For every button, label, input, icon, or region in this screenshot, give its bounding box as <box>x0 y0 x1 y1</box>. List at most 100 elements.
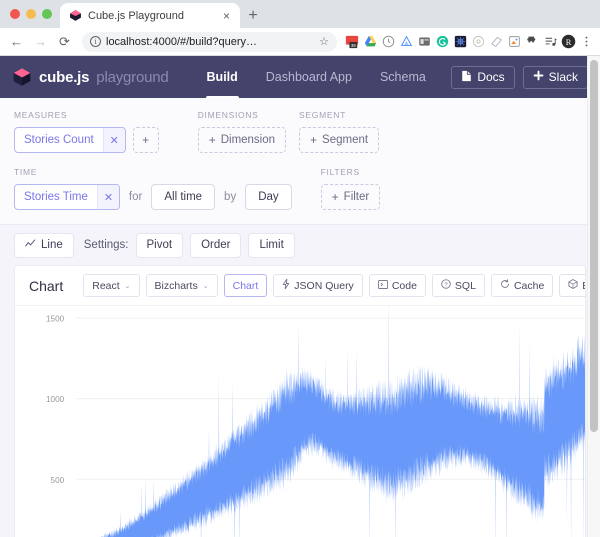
nav-link-schema[interactable]: Schema <box>366 56 440 98</box>
address-bar[interactable]: i localhost:4000/#/build?query… ☆ <box>82 31 337 52</box>
window-maximize-button[interactable] <box>42 9 52 19</box>
segment-label: SEGMENT <box>299 110 346 120</box>
profile-avatar[interactable]: R <box>560 34 576 50</box>
puzzle-extension-icon[interactable] <box>524 34 540 50</box>
filters-label: FILTERS <box>320 167 360 177</box>
close-icon[interactable]: × <box>219 8 234 23</box>
tab-code-label: Code <box>391 279 417 292</box>
analytics-icon[interactable] <box>398 34 414 50</box>
docs-button[interactable]: Docs <box>451 65 515 89</box>
svg-text:39: 39 <box>351 42 356 47</box>
slack-button-label: Slack <box>548 70 578 84</box>
builder-row-2: TIME Stories Time ✕ for All time by Day … <box>14 167 586 210</box>
tab-cache-label: Cache <box>513 279 545 292</box>
add-segment-button[interactable]: + Segment <box>299 127 380 153</box>
slack-button[interactable]: Slack <box>522 65 588 89</box>
window-minimize-button[interactable] <box>26 9 36 19</box>
pivot-button[interactable]: Pivot <box>135 232 184 258</box>
slack-icon <box>533 70 544 84</box>
stories-count-area-chart: 1500 1000 500 <box>46 306 585 537</box>
chart-card-zone: Chart React ⌄ Bizcharts ⌄ Chart JSON Que <box>0 265 600 537</box>
series-stories-count <box>99 306 585 537</box>
remove-time-icon[interactable]: ✕ <box>96 185 119 209</box>
ytick-1500: 1500 <box>46 315 65 324</box>
browser-toolbar: ← → ⟳ i localhost:4000/#/build?query… ☆ … <box>0 28 600 56</box>
chart-type-button[interactable]: Line <box>14 232 74 258</box>
tab-sql[interactable]: ? SQL <box>431 274 485 297</box>
add-dimension-button[interactable]: + Dimension <box>197 127 287 153</box>
time-label: TIME <box>14 167 38 177</box>
add-measure-button[interactable]: + <box>132 127 159 153</box>
wallet-icon[interactable] <box>416 34 432 50</box>
framework-select[interactable]: React ⌄ <box>83 274 140 297</box>
svg-text:R: R <box>565 37 571 47</box>
code-icon <box>377 279 388 292</box>
tab-json-query-label: JSON Query <box>294 279 354 292</box>
plus-icon: + <box>142 133 150 147</box>
plus-icon: + <box>208 133 216 147</box>
remove-measure-icon[interactable]: ✕ <box>102 128 125 152</box>
disc-icon[interactable] <box>470 34 486 50</box>
limit-button[interactable]: Limit <box>248 232 295 258</box>
page-scrollbar-thumb[interactable] <box>590 60 598 432</box>
tab-cache[interactable]: Cache <box>490 274 554 297</box>
library-label: Bizcharts <box>154 279 198 292</box>
codesandbox-icon <box>568 279 578 292</box>
chart-type-label: Line <box>41 239 63 251</box>
plus-icon: + <box>331 190 339 204</box>
google-drive-icon[interactable] <box>362 34 378 50</box>
granularity-select[interactable]: Day <box>245 184 292 210</box>
measure-pill-stories-count[interactable]: Stories Count ✕ <box>14 127 126 153</box>
chrome-menu-icon[interactable] <box>578 34 594 50</box>
back-icon[interactable]: ← <box>6 31 27 52</box>
site-info-icon[interactable]: i <box>90 36 101 47</box>
line-chart-icon <box>25 238 36 252</box>
time-pill-label: Stories Time <box>24 191 88 203</box>
lightning-icon <box>282 278 290 292</box>
time-pill-stories-time[interactable]: Stories Time ✕ <box>14 184 120 210</box>
add-dimension-label: Dimension <box>220 134 276 146</box>
add-filter-button[interactable]: + Filter <box>320 184 381 210</box>
playlist-icon[interactable] <box>542 34 558 50</box>
spider-icon[interactable] <box>452 34 468 50</box>
address-bar-url: localhost:4000/#/build?query… <box>106 35 258 48</box>
pdf-extension-icon[interactable]: 39 <box>344 34 360 50</box>
document-icon <box>461 70 472 85</box>
archive-icon[interactable] <box>506 34 522 50</box>
query-builder: MEASURES Stories Count ✕ + DIMENSIONS + <box>0 98 600 225</box>
ytick-1000: 1000 <box>46 395 65 404</box>
filters-section: FILTERS + Filter <box>320 167 381 210</box>
tab-code[interactable]: Code <box>368 274 426 297</box>
extensions-strip: 39 R <box>344 34 594 50</box>
nav-link-dashboard-app[interactable]: Dashboard App <box>252 56 366 98</box>
dimensions-label: DIMENSIONS <box>197 110 259 120</box>
notes-icon[interactable] <box>488 34 504 50</box>
bookmark-star-icon[interactable]: ☆ <box>319 35 329 48</box>
tab-json-query[interactable]: JSON Query <box>273 274 363 297</box>
chart-settings-bar: Line Settings: Pivot Order Limit <box>0 225 600 265</box>
chart-card: Chart React ⌄ Bizcharts ⌄ Chart JSON Que <box>14 265 586 537</box>
browser-tab[interactable]: Cube.js Playground × <box>60 3 240 28</box>
ytick-500: 500 <box>51 476 65 485</box>
app-logo[interactable]: cube.js playground <box>12 67 169 87</box>
measures-section: MEASURES Stories Count ✕ + <box>14 110 159 153</box>
reload-icon[interactable]: ⟳ <box>54 31 75 52</box>
order-button[interactable]: Order <box>190 232 242 258</box>
forward-icon[interactable]: → <box>30 31 51 52</box>
tab-chart[interactable]: Chart <box>223 274 268 297</box>
new-tab-button[interactable]: + <box>240 3 266 28</box>
window-close-button[interactable] <box>10 9 20 19</box>
clock-icon[interactable] <box>380 34 396 50</box>
segment-section: SEGMENT + Segment <box>299 110 380 153</box>
date-range-select[interactable]: All time <box>151 184 216 210</box>
library-select[interactable]: Bizcharts ⌄ <box>145 274 218 297</box>
chevron-down-icon: ⌄ <box>202 282 209 290</box>
page-scrollbar[interactable] <box>587 56 600 537</box>
nav-link-build[interactable]: Build <box>193 56 252 98</box>
docs-button-label: Docs <box>477 70 505 84</box>
tab-edit[interactable]: Edit <box>559 274 585 297</box>
time-section: TIME Stories Time ✕ for All time by Day <box>14 167 292 210</box>
chart-plot-area[interactable]: 1500 1000 500 2020-12-10T00:00:00.000 St… <box>15 306 585 537</box>
grammarly-icon[interactable] <box>434 34 450 50</box>
tab-chart-label: Chart <box>232 279 259 292</box>
